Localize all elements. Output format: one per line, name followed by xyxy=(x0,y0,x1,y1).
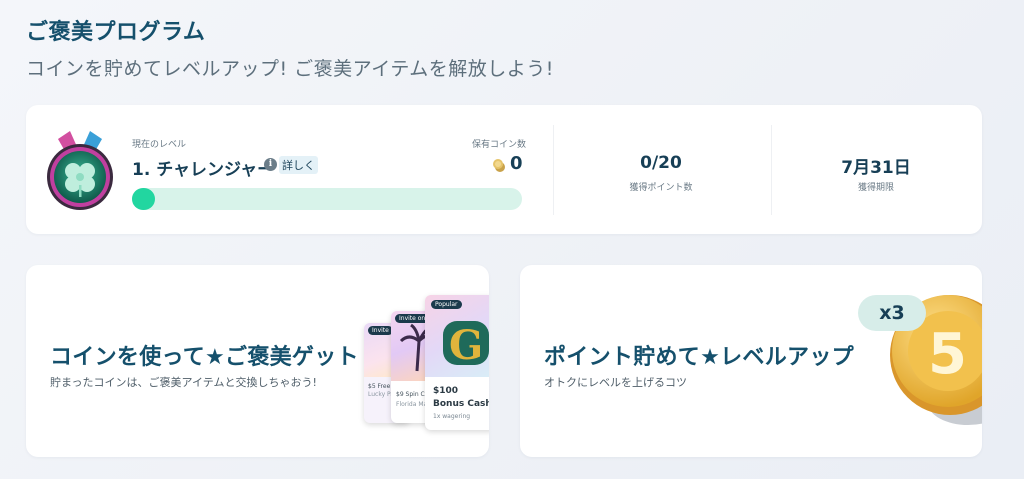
reward-item-sub: 1x wagering xyxy=(433,413,471,420)
level-progress-bar xyxy=(132,188,522,210)
rewards-promo-card[interactable]: コインを使って★ご褒美ゲット 貯まったコインは、ご褒美アイテムと交換しちゃおう!… xyxy=(26,265,489,457)
reward-item-card: G Popular $100 Bonus Cash 1x wagering xyxy=(425,295,489,430)
details-link[interactable]: 詳しく xyxy=(279,156,318,174)
divider xyxy=(553,125,554,215)
page-subtitle: コインを貯めてレベルアップ! ご褒美アイテムを解放しよう! xyxy=(26,58,554,80)
rewards-promo-title: コインを使って★ご褒美ゲット xyxy=(50,345,359,370)
levelup-promo-title: ポイント貯めて★レベルアップ xyxy=(544,345,854,370)
levelup-promo-card[interactable]: ポイント貯めて★レベルアップ オトクにレベルを上げるコツ 5 x3 xyxy=(520,265,982,457)
clover-medal-icon xyxy=(47,131,113,210)
level-progress-fill xyxy=(132,188,156,210)
current-level-label: 現在のレベル xyxy=(132,140,187,150)
coin-number: 5 xyxy=(928,322,967,387)
page-title: ご褒美プログラム xyxy=(26,20,206,45)
divider xyxy=(771,125,772,215)
levelup-promo-desc: オトクにレベルを上げるコツ xyxy=(544,376,687,389)
coin-count-label: 保有コイン数 xyxy=(472,140,527,150)
deadline-value: 7月31日 xyxy=(841,158,911,178)
reward-item-tag: Popular xyxy=(431,300,462,309)
reward-item-text: $9 Spin C xyxy=(396,391,425,398)
rewards-promo-desc: 貯まったコインは、ご褒美アイテムと交換しちゃおう! xyxy=(50,376,317,389)
reward-item-amount: $100 xyxy=(433,386,459,396)
multiplier-badge: x3 xyxy=(858,295,926,331)
deadline-label: 獲得期限 xyxy=(857,183,894,193)
points-value: 0/20 xyxy=(640,153,682,173)
points-label: 獲得ポイント数 xyxy=(629,183,693,193)
level-card: 現在のレベル 1. チャレンジャー i 詳しく 保有コイン数 0 0/20 獲得… xyxy=(26,105,982,234)
coins-icon xyxy=(493,159,505,172)
svg-text:G: G xyxy=(449,322,483,369)
reward-item-name: Bonus Cash xyxy=(433,399,489,409)
level-name: 1. チャレンジャー xyxy=(132,160,275,180)
info-icon[interactable]: i xyxy=(264,158,277,171)
reward-item-tag: Invite xyxy=(368,326,393,335)
coin-count: 0 xyxy=(510,153,523,174)
